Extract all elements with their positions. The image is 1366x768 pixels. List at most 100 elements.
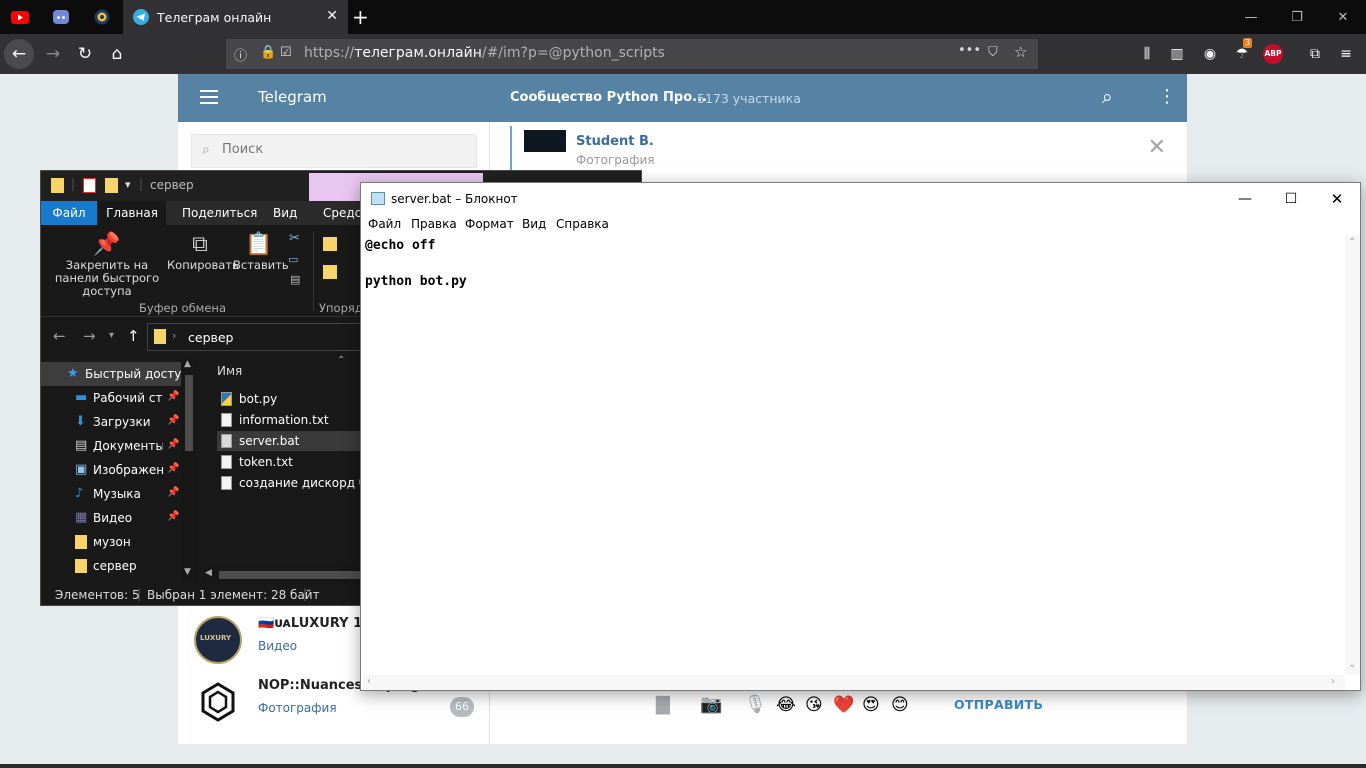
cut-icon[interactable]: ✂ (289, 231, 300, 246)
close-window-icon[interactable]: ✕ (1320, 0, 1366, 34)
nav-item-quick-access[interactable]: ★ Быстрый доступ (41, 362, 187, 386)
paste-shortcut-icon[interactable]: ▤ (290, 273, 300, 286)
pin-quick-access-button[interactable]: 📌 Закрепить на панели быстрого доступа (45, 231, 169, 298)
page-actions-icon[interactable]: ••• (958, 43, 981, 58)
nav-item-documents[interactable]: ▤ Документы 📌 (41, 434, 187, 458)
copy-button[interactable]: ⧉ Копировать (167, 231, 239, 272)
nav-item-downloads[interactable]: ⬇ Загрузки 📌 (41, 410, 187, 434)
close-icon[interactable]: ✕ (1148, 135, 1166, 160)
move-to-icon[interactable] (323, 237, 337, 251)
lock-icon[interactable]: 🔒 (260, 45, 276, 60)
tab-discord[interactable] (41, 0, 81, 34)
nav-item-folder[interactable]: сервер (41, 554, 187, 578)
emoji-button[interactable]: 😍 (862, 695, 880, 715)
menu-view[interactable]: Вид (522, 217, 546, 231)
search-icon[interactable]: ⌕ (1102, 86, 1113, 108)
scroll-down-icon[interactable]: ▼ (184, 567, 191, 577)
sort-up-icon: ⌃ (337, 355, 346, 366)
menu-file[interactable]: Файл (368, 217, 401, 231)
notepad-vertical-scrollbar[interactable]: ⌃ ⌄ (1345, 235, 1360, 675)
column-header-name[interactable]: Имя (217, 364, 242, 378)
menu-help[interactable]: Справка (556, 217, 609, 231)
close-icon[interactable]: ✕ (1314, 183, 1360, 214)
maximize-icon[interactable]: ☐ (1268, 183, 1314, 214)
menu-format[interactable]: Формат (465, 217, 514, 231)
nav-item-desktop[interactable]: ▬ Рабочий сто 📌 (41, 386, 187, 410)
recent-locations-icon[interactable]: ▾ (109, 330, 114, 341)
emoji-button[interactable]: 😘 (805, 695, 823, 715)
nav-item-pictures[interactable]: ▣ Изображени 📌 (41, 458, 187, 482)
copy-to-icon[interactable] (323, 265, 337, 279)
permissions-icon[interactable]: ☑ (280, 45, 292, 60)
new-folder-icon[interactable] (105, 178, 118, 193)
notepad-horizontal-scrollbar[interactable]: ‹ › (363, 675, 1345, 690)
chat-title[interactable]: Сообщество Python Про... (510, 90, 707, 105)
ribbon-tab-file[interactable]: Файл (41, 201, 97, 225)
hamburger-menu-icon[interactable] (200, 90, 218, 104)
scroll-left-icon[interactable]: ‹ (367, 676, 371, 687)
tab-app[interactable] (82, 0, 122, 34)
reply-thumbnail (524, 130, 566, 152)
up-arrow-icon[interactable]: ↑ (127, 327, 140, 345)
nav-item-folder[interactable]: музон (41, 530, 187, 554)
emoji-button[interactable]: 😊 (891, 695, 909, 715)
paste-button[interactable]: 📋 Вставить (233, 231, 289, 272)
ribbon-tab-share[interactable]: Поделиться (182, 206, 257, 220)
forward-arrow-icon[interactable]: → (83, 327, 96, 345)
scroll-down-icon[interactable]: ⌄ (1348, 659, 1356, 670)
new-tab-button[interactable]: + (352, 5, 369, 29)
address-text: сервер (188, 330, 234, 345)
pocket-icon[interactable]: ⛉ (988, 45, 998, 60)
forward-button[interactable]: → (38, 39, 68, 69)
restore-window-icon[interactable]: ❐ (1274, 0, 1320, 34)
addon-icon[interactable]: ☂ 3 (1231, 38, 1253, 64)
camera-icon[interactable]: 📷 (700, 694, 722, 715)
ribbon-tab-home[interactable]: Главная (98, 201, 166, 225)
sidebar-icon[interactable]: ▥ (1166, 44, 1188, 64)
navigation-scrollbar[interactable]: ▲ ▼ (181, 359, 197, 583)
home-button[interactable]: ⌂ (102, 39, 132, 69)
nav-item-video[interactable]: ▦ Видео 📌 (41, 506, 187, 530)
menu-edit[interactable]: Правка (411, 217, 457, 231)
tab-telegram[interactable]: Телеграм онлайн ✕ (123, 0, 348, 34)
properties-icon[interactable] (83, 178, 96, 193)
url-bar[interactable]: ⓘ 🔒 ☑ https://телеграм.онлайн/#/im?p=@py… (226, 39, 1038, 69)
minimize-window-icon[interactable]: — (1228, 0, 1274, 34)
info-icon[interactable]: ⓘ (234, 45, 247, 64)
reply-preview[interactable]: Student B. Фотография ✕ (510, 126, 1174, 172)
extensions-icon[interactable]: ⧉ (1304, 44, 1326, 64)
scroll-left-icon[interactable]: ◀ (205, 568, 212, 578)
library-icon[interactable]: ⫼ (1136, 44, 1158, 64)
scroll-right-icon[interactable]: › (1331, 676, 1335, 687)
folder-icon (75, 559, 87, 573)
notepad-text-area[interactable]: @echo off python bot.py (363, 235, 1345, 675)
notepad-window: server.bat – Блокнот — ☐ ✕ Файл Правка Ф… (360, 182, 1361, 691)
adblock-button[interactable]: ABP (1262, 44, 1284, 64)
emoji-button[interactable]: ❤️ (833, 695, 854, 715)
bookmark-star-icon[interactable]: ☆ (1014, 43, 1027, 61)
quick-access-dropdown-icon[interactable]: ▾ (125, 178, 131, 191)
scroll-up-icon[interactable]: ▲ (184, 359, 191, 369)
music-icon: ♪ (75, 486, 84, 501)
copy-path-icon[interactable]: ▭ (288, 253, 298, 266)
minimize-icon[interactable]: — (1222, 183, 1268, 214)
nav-item-music[interactable]: ♪ Музыка 📌 (41, 482, 187, 506)
menu-icon[interactable]: ≡ (1335, 44, 1357, 64)
account-icon[interactable]: ◉ (1199, 44, 1221, 64)
star-icon: ★ (67, 366, 79, 381)
search-input[interactable] (222, 142, 462, 157)
attach-file-icon[interactable]: ▇ (656, 694, 670, 715)
tab-youtube[interactable] (0, 0, 40, 34)
dialog-last-message: Видео (258, 639, 298, 653)
send-button[interactable]: ОТПРАВИТЬ (954, 697, 1043, 712)
reload-button[interactable]: ↻ (70, 39, 100, 69)
emoji-button[interactable]: 😂 (776, 695, 796, 715)
back-button[interactable]: ← (4, 39, 34, 69)
close-tab-icon[interactable]: ✕ (326, 8, 338, 24)
ribbon-tab-view[interactable]: Вид (273, 206, 297, 220)
scroll-up-icon[interactable]: ⌃ (1348, 237, 1356, 248)
microphone-icon[interactable]: 🎙 (744, 694, 767, 715)
search-box[interactable]: ⌕ (191, 134, 477, 168)
more-options-icon[interactable]: ⋮ (1158, 86, 1176, 107)
back-arrow-icon[interactable]: ← (53, 327, 66, 345)
